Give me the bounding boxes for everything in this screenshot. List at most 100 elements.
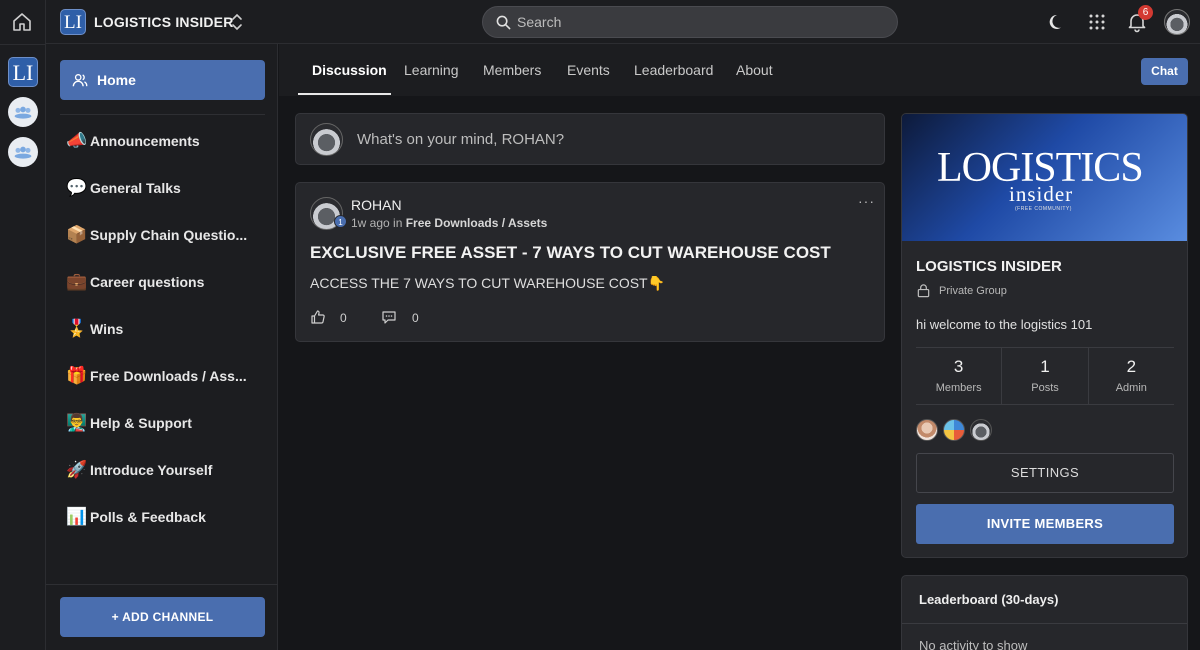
avatar[interactable] xyxy=(916,419,938,441)
stat-value: 3 xyxy=(953,357,964,376)
group-stats: 3 Members 1 Posts 2 Admin xyxy=(916,347,1174,405)
search-input[interactable] xyxy=(517,7,877,37)
community-rail: LI xyxy=(0,0,46,650)
composer-placeholder[interactable]: What's on your mind, ROHAN? xyxy=(357,131,564,148)
settings-button[interactable]: SETTINGS xyxy=(916,453,1174,493)
community-logo[interactable]: LI xyxy=(8,57,38,87)
group-info-card: LOGISTICS insider (FREE COMMUNITY) LOGIS… xyxy=(901,113,1188,558)
teacher-icon: 👨‍🏫 xyxy=(66,413,88,432)
megaphone-icon: 📣 xyxy=(66,131,88,150)
leaderboard-card: Leaderboard (30-days) No activity to sho… xyxy=(901,575,1188,650)
tab-about[interactable]: About xyxy=(736,62,773,78)
brand-name[interactable]: LOGISTICS INSIDER xyxy=(94,14,234,30)
home-icon[interactable] xyxy=(11,11,33,33)
group-tabs: Discussion Learning Members Events Leade… xyxy=(279,44,1200,96)
sidebar-item-home[interactable]: Home xyxy=(60,60,265,100)
sidebar-item-label: Polls & Feedback xyxy=(90,509,206,525)
tab-learning[interactable]: Learning xyxy=(404,62,459,78)
member-avatars xyxy=(916,419,997,441)
sidebar-item-label: General Talks xyxy=(90,180,181,196)
search-icon xyxy=(496,15,511,30)
sidebar-item-general-talks[interactable]: 💬 General Talks xyxy=(66,176,266,200)
medal-icon: 🎖️ xyxy=(66,319,88,338)
chat-button[interactable]: Chat xyxy=(1141,58,1188,85)
briefcase-icon: 💼 xyxy=(66,272,88,291)
sidebar-item-label: Free Downloads / Ass... xyxy=(90,368,247,384)
tab-members[interactable]: Members xyxy=(483,62,541,78)
stat-value: 2 xyxy=(1126,357,1137,376)
sidebar-item-wins[interactable]: 🎖️ Wins xyxy=(66,317,266,341)
brand-logo[interactable]: LI xyxy=(60,9,86,35)
group-description: hi welcome to the logistics 101 xyxy=(916,317,1093,332)
cover-tagline: (FREE COMMUNITY) xyxy=(1015,206,1072,212)
speech-bubble-icon: 💬 xyxy=(66,178,88,197)
stat-admin[interactable]: 2 Admin xyxy=(1087,348,1174,404)
top-bar: LI LOGISTICS INSIDER 6 xyxy=(46,0,1200,44)
more-options-icon[interactable]: ··· xyxy=(858,193,875,209)
tab-discussion[interactable]: Discussion xyxy=(312,62,387,78)
sidebar-item-label: Introduce Yourself xyxy=(90,462,213,478)
community-icon[interactable] xyxy=(8,97,38,127)
add-channel-button[interactable]: + ADD CHANNEL xyxy=(60,597,265,637)
post-body: ACCESS THE 7 WAYS TO CUT WAREHOUSE COST👇 xyxy=(310,275,666,291)
group-name: LOGISTICS INSIDER xyxy=(916,258,1062,275)
community-icon[interactable] xyxy=(8,137,38,167)
tab-events[interactable]: Events xyxy=(567,62,610,78)
user-avatar[interactable] xyxy=(1164,9,1190,35)
avatar[interactable] xyxy=(943,419,965,441)
search-bar[interactable] xyxy=(482,6,898,38)
tab-leaderboard[interactable]: Leaderboard xyxy=(634,62,713,78)
sidebar-item-free-downloads[interactable]: 🎁 Free Downloads / Ass... xyxy=(66,364,266,388)
post-composer[interactable]: What's on your mind, ROHAN? xyxy=(295,113,885,165)
gift-icon: 🎁 xyxy=(66,366,88,385)
post-title[interactable]: EXCLUSIVE FREE ASSET - 7 WAYS TO CUT WAR… xyxy=(310,243,831,263)
comment-count: 0 xyxy=(412,311,419,325)
channel-sidebar: Home 📣 Announcements 💬 General Talks 📦 Supp… xyxy=(46,44,278,650)
sidebar-item-label: Wins xyxy=(90,321,124,337)
sidebar-item-label: Announcements xyxy=(90,133,200,149)
lock-icon xyxy=(917,284,930,298)
thumbs-up-icon[interactable] xyxy=(310,309,326,325)
active-tab-indicator xyxy=(298,93,391,95)
users-icon xyxy=(72,74,88,87)
stat-label: Members xyxy=(935,382,982,394)
comment-icon[interactable] xyxy=(381,309,397,325)
invite-members-button[interactable]: INVITE MEMBERS xyxy=(916,504,1174,544)
sidebar-item-label: Help & Support xyxy=(90,415,192,431)
post-card: 1 ROHAN 1w ago in Free Downloads / Asset… xyxy=(295,182,885,342)
like-count: 0 xyxy=(340,311,347,325)
cover-logo-subtext: insider xyxy=(1009,182,1074,206)
sidebar-divider xyxy=(60,114,265,115)
post-time: 1w ago in xyxy=(351,216,403,230)
group-cover-image: LOGISTICS insider (FREE COMMUNITY) xyxy=(902,114,1187,241)
post-meta: 1w ago in Free Downloads / Assets xyxy=(351,216,547,230)
leaderboard-divider xyxy=(902,623,1187,624)
stat-value: 1 xyxy=(1040,357,1050,376)
avatar xyxy=(310,123,343,156)
leaderboard-title: Leaderboard (30-days) xyxy=(919,592,1059,607)
bar-chart-icon: 📊 xyxy=(66,507,88,526)
sidebar-item-label: Career questions xyxy=(90,274,205,290)
sidebar-item-announcements[interactable]: 📣 Announcements xyxy=(66,129,266,153)
post-channel-link[interactable]: Free Downloads / Assets xyxy=(406,216,548,230)
leaderboard-empty-text: No activity to show xyxy=(919,638,1028,650)
stat-label: Posts xyxy=(1031,382,1059,394)
stat-label: Admin xyxy=(1115,382,1147,394)
sidebar-item-label: Supply Chain Questio... xyxy=(90,227,248,243)
stat-posts[interactable]: 1 Posts xyxy=(1001,348,1087,404)
sidebar-item-polls-feedback[interactable]: 📊 Polls & Feedback xyxy=(66,505,266,529)
sidebar-item-supply-chain-questions[interactable]: 📦 Supply Chain Questio... xyxy=(66,223,266,247)
avatar[interactable] xyxy=(970,419,992,441)
sidebar-item-introduce-yourself[interactable]: 🚀 Introduce Yourself xyxy=(66,458,266,482)
moon-icon[interactable] xyxy=(1046,11,1068,33)
rail-divider xyxy=(0,44,46,45)
chevron-up-down-icon[interactable] xyxy=(229,12,245,32)
apps-grid-icon[interactable] xyxy=(1086,11,1108,33)
level-badge: 1 xyxy=(334,215,347,228)
sidebar-item-career-questions[interactable]: 💼 Career questions xyxy=(66,270,266,294)
stat-members[interactable]: 3 Members xyxy=(916,348,1001,404)
privacy-label: Private Group xyxy=(939,284,1007,297)
notification-badge: 6 xyxy=(1138,5,1153,20)
sidebar-item-help-support[interactable]: 👨‍🏫 Help & Support xyxy=(66,411,266,435)
post-author[interactable]: ROHAN xyxy=(351,197,402,213)
